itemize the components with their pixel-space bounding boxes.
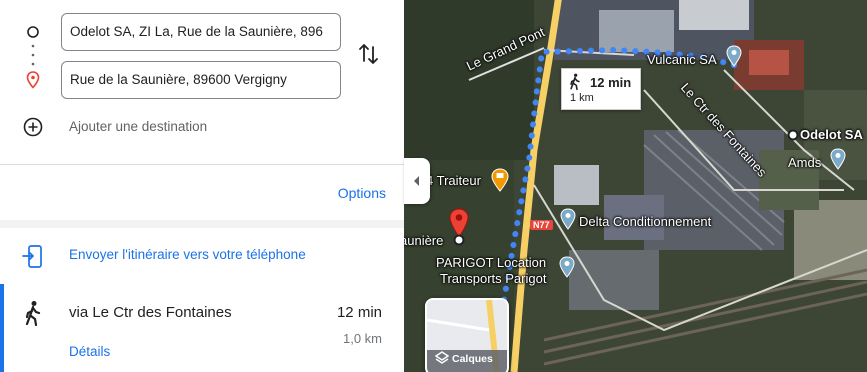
add-destination-icon[interactable] xyxy=(23,117,43,137)
destination-marker-icon xyxy=(453,234,465,246)
amds-poi-icon[interactable] xyxy=(829,148,847,170)
destination-pin-icon xyxy=(26,71,40,89)
info-distance: 1 km xyxy=(570,92,594,104)
traiteur-label: 4 Traiteur xyxy=(426,173,481,188)
origin-input[interactable]: Odelot SA, ZI La, Rue de la Saunière, 89… xyxy=(61,13,341,51)
transports-parigot-label: Transports Parigot xyxy=(440,271,547,286)
odelot-label: Odelot SA xyxy=(800,127,863,142)
destination-input[interactable]: Rue de la Saunière, 89600 Vergigny xyxy=(61,61,341,99)
selected-route-indicator xyxy=(0,284,4,372)
route-option[interactable]: via Le Ctr des Fontaines 12 min 1,0 km D… xyxy=(0,284,404,372)
info-duration: 12 min xyxy=(590,75,632,90)
swap-directions-icon[interactable] xyxy=(358,42,380,66)
options-button[interactable]: Options xyxy=(338,185,386,201)
divider-thick xyxy=(0,220,404,228)
traiteur-poi-icon[interactable] xyxy=(490,168,510,192)
parigot-poi-icon[interactable] xyxy=(558,256,576,278)
delta-label: Delta Conditionnement xyxy=(579,214,712,229)
route-duration: 12 min xyxy=(336,304,382,321)
route-info-box[interactable]: 12 min 1 km xyxy=(561,68,641,110)
road-n77-badge: N77 xyxy=(530,220,553,230)
vulcanic-label: Vulcanic SA xyxy=(647,52,717,67)
vulcanic-poi-icon[interactable] xyxy=(725,45,743,67)
directions-panel: Odelot SA, ZI La, Rue de la Saunière, 89… xyxy=(0,0,404,372)
add-destination-link[interactable]: Ajouter une destination xyxy=(69,119,207,134)
walking-mini-icon xyxy=(570,73,580,90)
layers-label: Calques xyxy=(452,353,493,365)
collapse-panel-button[interactable] xyxy=(404,158,430,204)
amds-label: Amds xyxy=(788,155,822,170)
details-link[interactable]: Détails xyxy=(69,344,110,359)
delta-poi-icon[interactable] xyxy=(559,208,577,230)
sauniere-label: aunière xyxy=(404,233,444,248)
divider xyxy=(0,164,404,165)
send-to-phone-label: Envoyer l'itinéraire vers votre téléphon… xyxy=(69,247,306,262)
map-view[interactable]: Vulcanic SA Le Grand Pont Le Ctr des Fon… xyxy=(404,0,867,372)
route-via-label: via Le Ctr des Fontaines xyxy=(69,304,232,321)
odelot-marker-icon[interactable] xyxy=(787,129,799,141)
walking-icon xyxy=(25,301,41,326)
layers-icon xyxy=(435,351,449,364)
origin-circle-icon xyxy=(27,26,39,38)
layers-button[interactable]: Calques xyxy=(425,298,509,372)
send-to-phone-icon xyxy=(22,245,42,268)
chevron-left-icon xyxy=(414,176,419,186)
route-dots-icon xyxy=(31,44,35,66)
parigot-location-label: PARIGOT Location xyxy=(436,255,547,270)
send-to-phone-row[interactable]: Envoyer l'itinéraire vers votre téléphon… xyxy=(0,236,404,276)
route-distance: 1,0 km xyxy=(342,331,382,346)
